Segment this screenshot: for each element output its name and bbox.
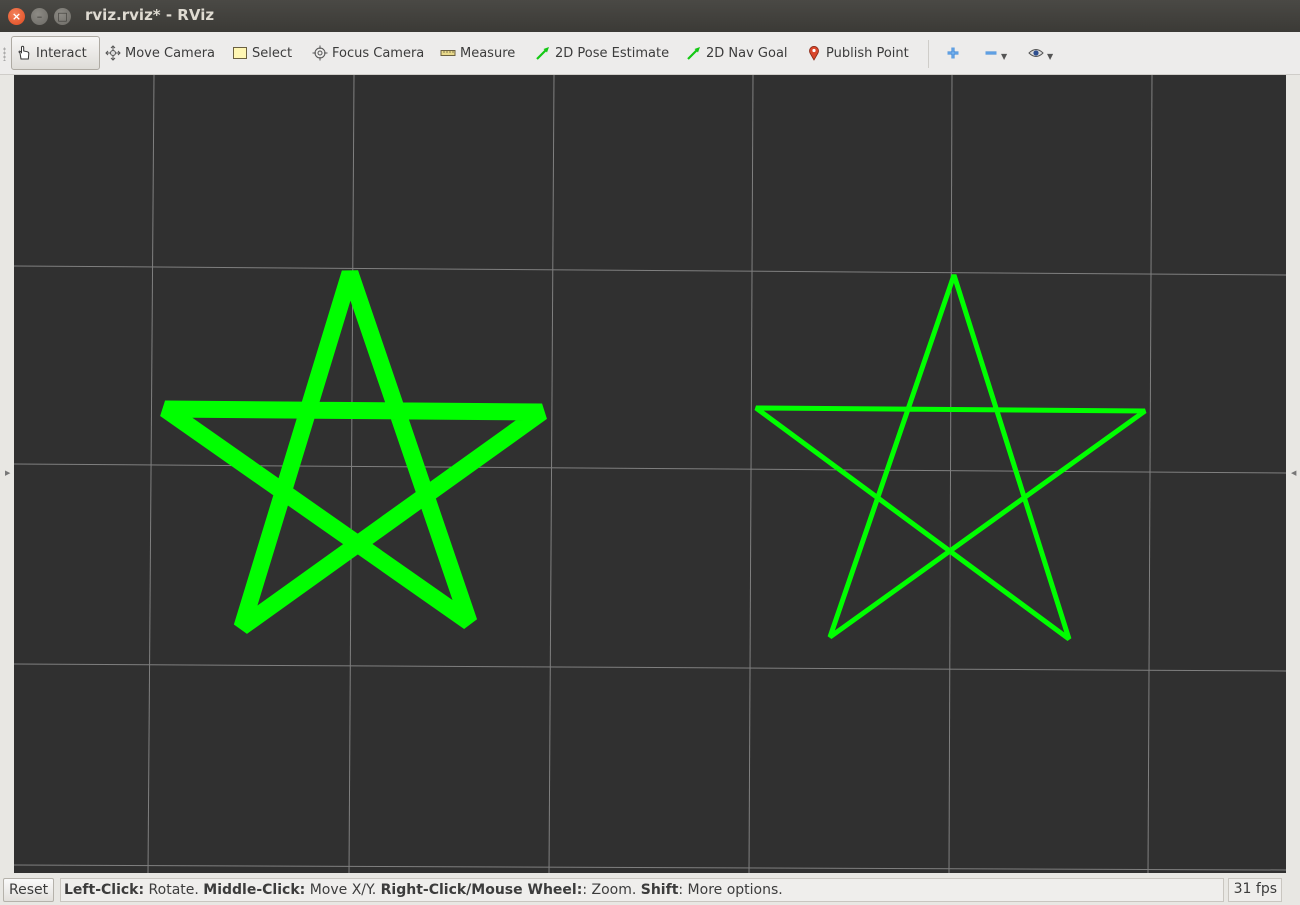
maximize-window-button[interactable]: □ [54, 8, 71, 25]
hint-key: Right-Click/Mouse Wheel: [380, 882, 583, 898]
hint-text: : Zoom. [582, 882, 641, 898]
close-window-button[interactable]: × [8, 8, 25, 25]
status-bar: Reset Left-Click: Rotate. Middle-Click: … [0, 875, 1300, 905]
tool-label: 2D Nav Goal [706, 45, 788, 61]
focus-target-icon [312, 45, 328, 61]
tool-label: Move Camera [125, 45, 216, 61]
tool-focus-camera[interactable]: Focus Camera [308, 36, 428, 70]
hint-text: : More options. [678, 882, 783, 898]
select-box-icon [232, 45, 248, 61]
toolbar-separator [928, 40, 929, 68]
maximize-icon: □ [57, 10, 68, 23]
tool-label: Select [252, 45, 293, 61]
minimize-window-button[interactable]: – [31, 8, 48, 25]
left-panel-collapse-handle[interactable]: ▶ [1, 75, 13, 873]
tool-2d-nav-goal[interactable]: 2D Nav Goal [682, 36, 792, 70]
reset-button[interactable]: Reset [3, 878, 55, 902]
hint-key: Middle-Click: [203, 882, 306, 898]
ruler-icon [440, 45, 456, 61]
tool-measure[interactable]: Measure [436, 36, 519, 70]
chevron-down-icon: ▼ [1001, 51, 1008, 61]
map-pin-icon [806, 45, 822, 61]
tool-publish-point[interactable]: Publish Point [802, 36, 913, 70]
minimize-icon: – [36, 10, 43, 23]
plus-icon [946, 45, 960, 64]
tool-label: Measure [460, 45, 516, 61]
hand-pointer-icon [16, 45, 32, 61]
tool-interact[interactable]: Interact [11, 36, 100, 70]
remove-tool-button[interactable]: ▼ [984, 44, 1007, 64]
window-title: rviz.rviz* - RViz [85, 6, 215, 24]
move-camera-icon [105, 45, 121, 61]
tool-label: 2D Pose Estimate [555, 45, 670, 61]
hint-text: Move X/Y. [305, 882, 381, 898]
tool-label: Interact [36, 45, 87, 61]
tool-2d-pose-estimate[interactable]: 2D Pose Estimate [531, 36, 673, 70]
close-icon: × [11, 10, 22, 23]
expand-left-arrow-icon: ▶ [5, 469, 11, 477]
hint-text: Rotate. [144, 882, 204, 898]
add-tool-button[interactable] [946, 44, 960, 64]
tools-toolbar: Interact Move Camera Select Focus Camera… [0, 32, 1300, 75]
green-arrow-icon [686, 45, 702, 61]
toolbar-grip-handle[interactable] [3, 47, 6, 61]
status-hint: Left-Click: Rotate. Middle-Click: Move X… [60, 878, 1224, 902]
fps-counter: 31 fps [1228, 878, 1282, 902]
hint-key: Shift [640, 882, 679, 898]
expand-right-arrow-icon: ◀ [1291, 469, 1297, 477]
tool-label: Publish Point [826, 45, 909, 61]
render-3d-viewport[interactable] [13, 74, 1287, 874]
window-title-bar: × – □ rviz.rviz* - RViz [0, 0, 1300, 32]
green-arrow-icon [535, 45, 551, 61]
hint-key: Left-Click: [64, 882, 145, 898]
tool-label: Focus Camera [332, 45, 425, 61]
eye-icon [1028, 45, 1044, 64]
viewport-background [14, 75, 1286, 873]
chevron-down-icon: ▼ [1047, 51, 1054, 61]
scene-canvas[interactable] [13, 74, 1287, 874]
tool-move-camera[interactable]: Move Camera [101, 36, 219, 70]
minus-icon [984, 45, 998, 64]
right-panel-collapse-handle[interactable]: ◀ [1287, 75, 1299, 873]
tool-select[interactable]: Select [228, 36, 296, 70]
view-options-button[interactable]: ▼ [1028, 44, 1053, 64]
